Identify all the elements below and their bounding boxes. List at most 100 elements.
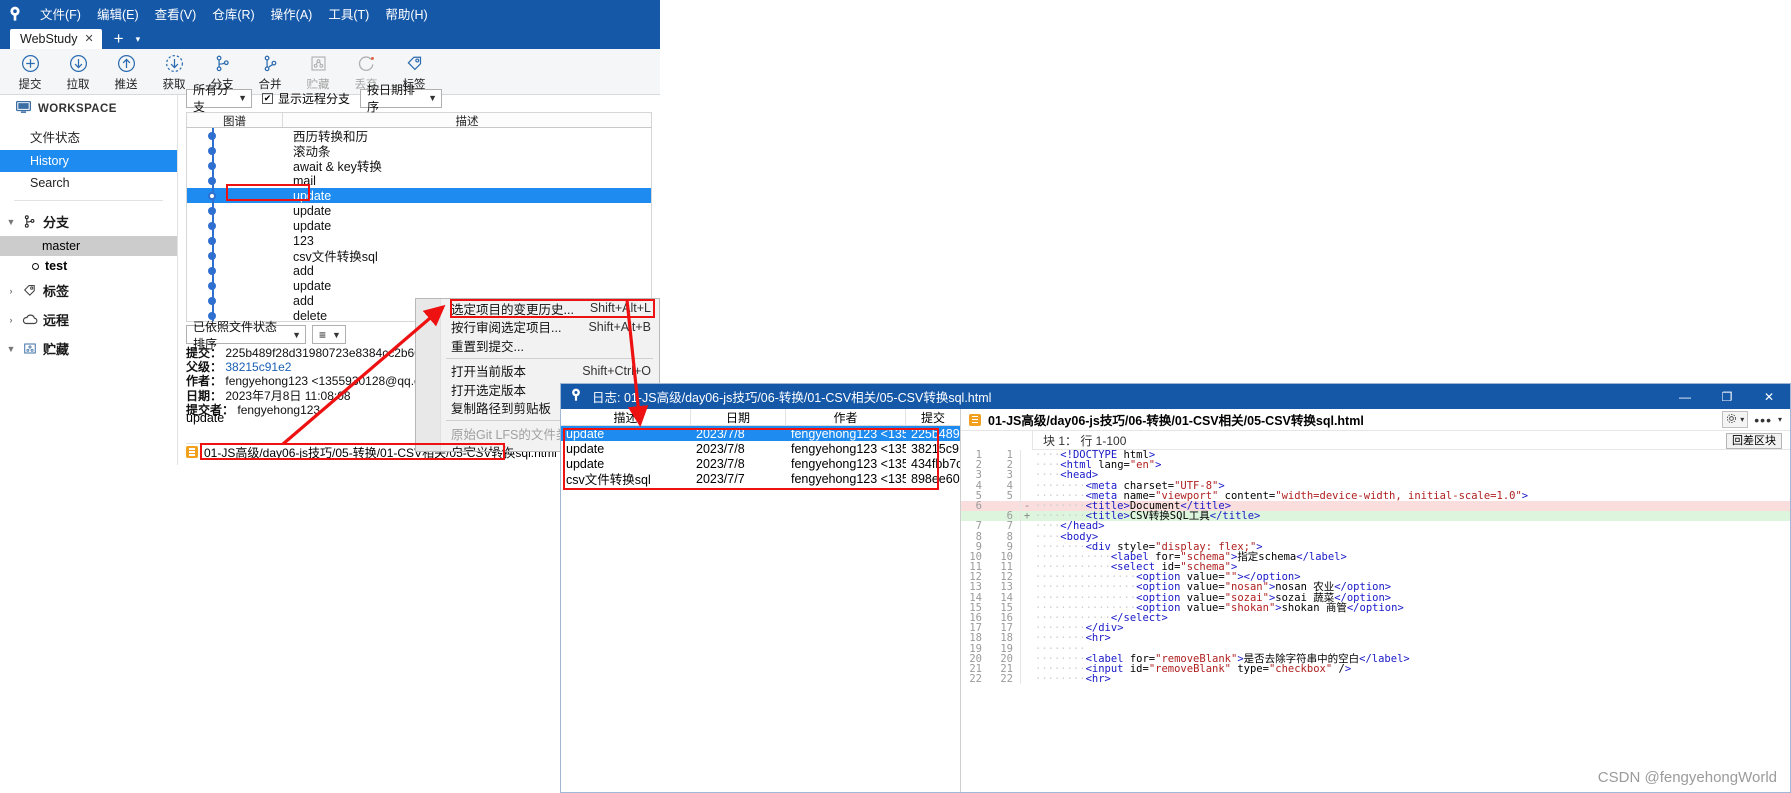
context-menu-item-selected-history[interactable]: 选定项目的变更历史... Shift+Alt+L [416,299,659,318]
sidebar-group-tags[interactable]: › 标签 [0,276,177,305]
sidebar-item-search[interactable]: Search [0,172,177,194]
diff-old-lineno: 4 [975,479,982,492]
sidebar-branch-master[interactable]: master [0,236,177,256]
menu-item-edit[interactable]: 编辑(E) [89,1,147,26]
sidebar-branch-master-label: master [42,239,81,253]
branch-filter-value: 所有分支 [193,83,230,114]
ellipsis-icon[interactable]: ••• [1754,412,1772,428]
detail-commit-key: 提交： [186,346,223,360]
diff-file-header: 01-JS高级/day06-js技巧/06-转换/01-CSV相关/05-CSV… [961,409,1790,431]
view-mode-dropdown[interactable]: ≡ ▼ [312,325,346,344]
sidebar-group-branches[interactable]: ▼ 分支 [0,207,177,236]
history-row[interactable]: 123 [187,233,651,248]
log-dialog-title: 日志: 01-JS高级/day06-js技巧/06-转换/01-CSV相关/05… [592,391,992,405]
log-table-header: 描述 日期 作者 提交 [561,409,960,426]
history-row[interactable]: 滚动条 [187,143,651,159]
diff-sign: + [1023,510,1031,523]
history-row[interactable]: update [187,188,651,203]
show-remote-checkbox[interactable]: ✔ 显示远程分支 [262,90,350,107]
chevron-down-icon[interactable]: ▾ [136,34,141,49]
sidebar-item-file-status[interactable]: 文件状态 [0,123,177,150]
detail-parent-value[interactable]: 38215c91e2 [225,360,291,374]
sidebar-branch-test-label: test [45,259,68,273]
toolbar-commit-button[interactable]: 提交 [6,52,54,92]
file-sort-dropdown[interactable]: 已依照文件状态排序 ▼ [186,320,306,351]
log-column-commit[interactable]: 提交 [906,409,960,425]
history-row[interactable]: csv文件转换sql [187,248,651,264]
log-cell-desc: update [566,441,605,456]
history-row[interactable]: add [187,263,651,278]
history-row[interactable]: update [187,218,651,233]
log-column-date[interactable]: 日期 [691,409,786,425]
toolbar-fetch-button[interactable]: 获取 [150,52,198,92]
menu-item-help[interactable]: 帮助(H) [377,1,435,26]
close-icon[interactable]: ✕ [1748,384,1790,409]
chevron-down-icon: ▼ [292,329,301,340]
menu-item-view[interactable]: 查看(V) [147,1,205,26]
context-menu-item-blame[interactable]: 按行审阅选定项目... Shift+Alt+B [416,318,659,337]
log-table-row[interactable]: update 2023/7/8 fengyehong123 <135593012 38… [561,441,960,456]
history-row[interactable]: update [187,278,651,293]
diff-sign [1021,460,1033,470]
log-column-description[interactable]: 描述 [561,409,691,425]
stash-icon [309,54,328,74]
diff-block-label: 块 1： 行 1-100 [1043,433,1127,448]
diff-old-lineno [961,511,987,521]
log-table-row[interactable]: csv文件转换sql 2023/7/7 fengyehong123 <1355930… [561,471,960,488]
chevron-down-icon: ▼ [428,93,438,103]
chevron-down-icon: ▼ [6,343,16,354]
diff-code-lines[interactable]: 1 1 ····<!DOCTYPE html> 2 2 ····<html lang="e… [961,450,1790,684]
revert-block-button[interactable]: 回差区块 [1726,433,1782,449]
history-row[interactable]: await & key转换 [187,158,651,174]
toolbar-push-button[interactable]: 推送 [102,52,150,92]
diff-old-lineno: 3 [975,469,982,482]
stash-icon [21,341,38,356]
toolbar-pull-button[interactable]: 拉取 [54,52,102,92]
toolbar-stash-button[interactable]: 贮藏 [294,52,342,92]
close-icon[interactable]: ✕ [84,32,93,45]
column-header-graph[interactable]: 图谱 [187,113,283,128]
workspace-header: WORKSPACE [0,95,177,123]
sidebar-branch-test[interactable]: test [0,256,177,276]
diff-sign [1021,450,1033,460]
menu-item-actions[interactable]: 操作(A) [263,1,321,26]
context-menu-item-reset[interactable]: 重置到提交... [416,336,659,355]
log-table-row[interactable]: update 2023/7/8 fengyehong123 <135593012 22… [561,426,960,441]
detail-author-key: 作者： [186,374,223,389]
tab-webstudy[interactable]: WebStudy ✕ [10,29,102,49]
diff-line-text: ········<hr> [1035,673,1111,686]
chevron-down-icon[interactable]: ▾ [1778,415,1782,424]
sidebar-group-stash[interactable]: ▼ 贮藏 [0,334,177,363]
history-row[interactable]: mail [187,173,651,188]
history-row[interactable]: 西历转换和历 [187,128,651,144]
maximize-icon[interactable]: ❐ [1706,384,1748,409]
log-commit-table[interactable]: 描述 日期 作者 提交 update 2023/7/8 fengyehong123 … [561,409,961,792]
diff-sign [1021,603,1033,613]
sidebar-group-remotes[interactable]: › 远程 [0,305,177,334]
menu-item-tools[interactable]: 工具(T) [320,1,377,26]
screenshot-root: 文件(F) 编辑(E) 查看(V) 仓库(R) 操作(A) 工具(T) 帮助(H… [0,0,1791,793]
diff-block-actions: 回差区块 [1726,432,1790,449]
add-tab-button[interactable]: + [114,30,124,49]
column-header-description[interactable]: 描述 [283,113,651,128]
log-cell-desc: update [566,426,605,441]
diff-pane: 01-JS高级/day06-js技巧/06-转换/01-CSV相关/05-CSV… [961,409,1790,792]
show-remote-label: 显示远程分支 [278,91,351,106]
sidebar-item-history[interactable]: History [0,150,177,172]
branch-filter-dropdown[interactable]: 所有分支 ▼ [186,83,252,114]
context-menu-item-open-current[interactable]: 打开当前版本 Shift+Ctrl+O [416,362,659,381]
sort-order-dropdown[interactable]: 按日期排序 ▼ [360,83,443,114]
log-table-rows[interactable]: update 2023/7/8 fengyehong123 <135593012 22… [561,426,960,488]
gear-button[interactable]: ▾ [1722,411,1749,428]
history-row-list[interactable]: 西历转换和历 滚动条 await & key转换 mail update update up… [186,128,652,322]
menu-item-file[interactable]: 文件(F) [32,1,89,26]
file-orange-icon [969,413,981,426]
toolbar-merge-button[interactable]: 合并 [246,52,294,92]
diff-sign [1021,542,1033,552]
minimize-icon[interactable]: — [1664,384,1706,409]
menu-item-repo[interactable]: 仓库(R) [204,1,262,26]
history-row[interactable]: update [187,203,651,218]
diff-new-lineno: 8 [987,531,1021,542]
context-menu-separator [446,357,653,359]
log-column-author[interactable]: 作者 [786,409,906,425]
